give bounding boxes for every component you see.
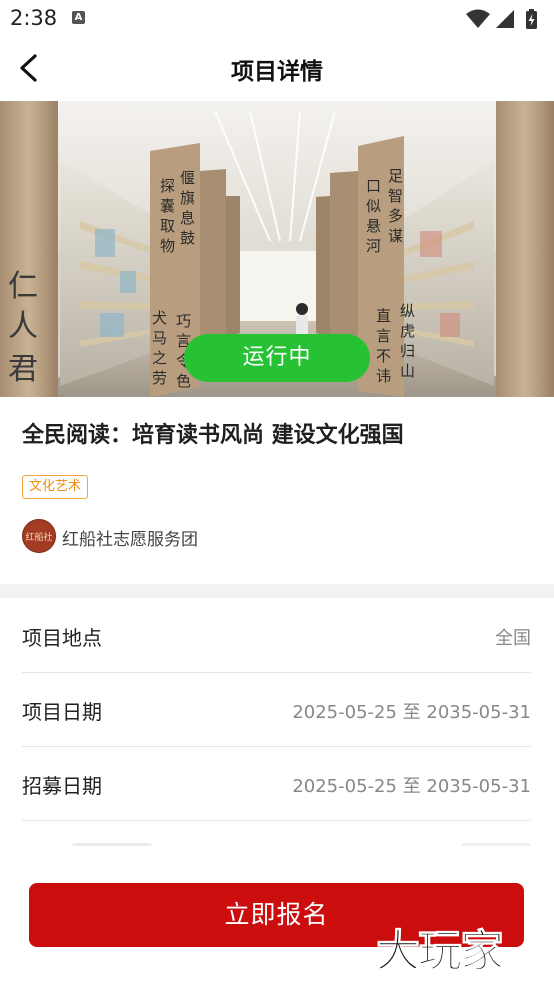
signal-icon: [496, 10, 514, 28]
detail-value: 2025-05-25 至 2035-05-31: [292, 702, 531, 723]
svg-text:谋: 谋: [388, 227, 403, 245]
status-time: 2:38: [10, 6, 58, 30]
a-icon: A: [72, 11, 85, 24]
svg-text:多: 多: [388, 207, 403, 225]
detail-row-recruit-date: 招募日期 2025-05-25 至 2035-05-31: [22, 746, 531, 821]
category-tag: 文化艺术: [22, 475, 89, 499]
svg-text:河: 河: [366, 237, 381, 255]
svg-text:似: 似: [366, 197, 381, 215]
svg-text:君: 君: [8, 352, 38, 387]
svg-text:物: 物: [160, 237, 175, 255]
svg-text:色: 色: [176, 372, 191, 390]
svg-text:仁: 仁: [8, 269, 38, 304]
detail-row-partial: [22, 819, 531, 849]
svg-text:犬: 犬: [152, 309, 167, 327]
status-bar: 2:38 A: [0, 0, 554, 38]
svg-text:不: 不: [376, 347, 391, 365]
watermark-text: 大玩家: [376, 926, 505, 978]
svg-text:口: 口: [366, 177, 381, 195]
svg-text:马: 马: [152, 329, 167, 347]
screen: 2:38 A 项目详情 仁 人 君 探 囊 取 物 偃 旗 息 鼓 犬 马 之 …: [0, 0, 554, 985]
organization-avatar: 红船社: [22, 519, 56, 553]
organization-name: 红船社志愿服务团: [62, 530, 198, 550]
svg-text:巧: 巧: [176, 312, 191, 330]
svg-text:纵: 纵: [400, 302, 415, 320]
project-status-badge: 运行中: [184, 334, 370, 382]
wifi-icon: [466, 9, 490, 28]
page-title: 项目详情: [231, 59, 323, 85]
organization-avatar-text: 红船社: [25, 533, 53, 543]
svg-text:讳: 讳: [376, 367, 391, 385]
section-divider: [0, 584, 554, 598]
svg-text:足: 足: [388, 167, 403, 185]
battery-charging-icon: [526, 9, 537, 29]
status-icons: [466, 9, 537, 29]
svg-text:鼓: 鼓: [180, 229, 195, 247]
svg-text:直: 直: [376, 307, 391, 325]
svg-text:偃: 偃: [180, 169, 195, 187]
svg-text:囊: 囊: [160, 197, 175, 215]
detail-label: 项目日期: [22, 700, 102, 724]
svg-text:之: 之: [152, 349, 167, 367]
svg-text:人: 人: [8, 309, 38, 344]
detail-label: 项目地点: [22, 626, 102, 650]
svg-text:山: 山: [400, 362, 415, 380]
detail-value: 全国: [495, 628, 531, 649]
svg-text:言: 言: [376, 327, 391, 345]
nav-bar: 项目详情: [0, 38, 554, 100]
svg-text:息: 息: [180, 209, 195, 227]
svg-text:旗: 旗: [180, 189, 195, 207]
svg-text:智: 智: [388, 187, 403, 205]
svg-text:探: 探: [160, 177, 175, 195]
watermark: 大玩家: [376, 915, 546, 978]
svg-text:悬: 悬: [366, 217, 381, 235]
svg-text:归: 归: [400, 342, 415, 360]
detail-row-location: 项目地点 全国: [22, 598, 531, 673]
detail-value: 2025-05-25 至 2035-05-31: [292, 776, 531, 797]
svg-text:劳: 劳: [152, 369, 167, 387]
project-title: 全民阅读：培育读书风尚 建设文化强国: [22, 423, 404, 448]
svg-text:取: 取: [160, 217, 175, 235]
svg-text:虎: 虎: [400, 322, 415, 340]
detail-label: 招募日期: [22, 774, 102, 798]
detail-row-project-date: 项目日期 2025-05-25 至 2035-05-31: [22, 672, 531, 747]
